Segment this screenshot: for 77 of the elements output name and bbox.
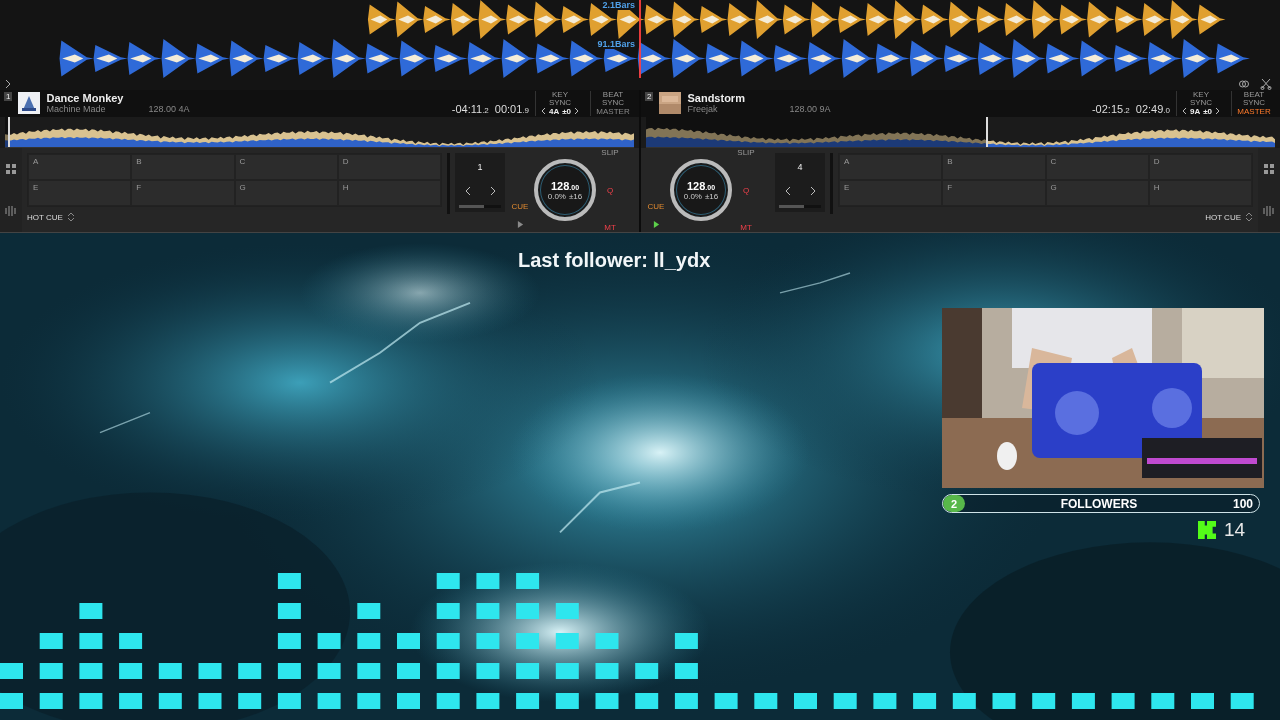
track-artist: Freejak [687, 104, 719, 115]
hot-cue-pad[interactable]: C [1045, 154, 1149, 180]
hot-cue-pad[interactable]: D [1148, 154, 1252, 180]
hot-cue-pad[interactable]: E [28, 180, 132, 206]
equalizer-icon[interactable] [1263, 204, 1275, 217]
slip-button[interactable]: SLIP [737, 148, 755, 157]
deck-number: 2 [645, 92, 654, 101]
hot-cue-pad[interactable]: E [839, 180, 943, 206]
cue-button[interactable]: CUE [511, 202, 529, 211]
overview-waveform[interactable] [5, 116, 634, 148]
up-down-icon[interactable] [1245, 211, 1253, 223]
chevron-left-icon[interactable] [463, 186, 472, 196]
hot-cue-pad[interactable]: G [234, 180, 338, 206]
slip-button[interactable]: SLIP [601, 148, 619, 157]
master-tempo-button[interactable]: MT [604, 223, 616, 232]
beat-sync-label[interactable]: BEAT SYNC [1239, 90, 1269, 107]
pitch-value: 0.0% [683, 191, 702, 201]
grid-icon[interactable] [6, 163, 16, 174]
link-icon[interactable] [1238, 78, 1250, 90]
pitch-value: 0.0% [547, 191, 566, 201]
hot-cue-pad[interactable]: H [337, 180, 441, 206]
bars-label: 2.1Bars [600, 0, 637, 10]
master-button[interactable]: MASTER [596, 106, 630, 116]
grid-icon[interactable] [1264, 163, 1274, 174]
chevron-right-icon[interactable] [488, 186, 497, 196]
deck-number: 1 [4, 92, 13, 101]
scissors-icon[interactable] [1260, 78, 1272, 90]
pitch-range: ±16 [568, 191, 583, 201]
hot-cue-pad[interactable]: C [234, 154, 338, 180]
chevron-right-icon[interactable] [808, 186, 817, 196]
hot-cue-pad[interactable]: A [28, 154, 132, 180]
chevron-right-icon[interactable] [574, 107, 580, 116]
loop-length[interactable]: 1 [455, 153, 505, 181]
hot-cue-pad[interactable]: B [942, 154, 1046, 180]
track-bpm-key: 128.00 4A [148, 103, 446, 114]
chevron-left-icon[interactable] [540, 107, 546, 116]
hot-cue-pad[interactable]: H [1148, 180, 1252, 206]
hot-cue-pad[interactable]: F [131, 180, 235, 206]
master-tempo-button[interactable]: MT [740, 223, 752, 232]
key-sync-label[interactable]: KEY SYNC [545, 90, 575, 107]
pitch-range: ±16 [704, 191, 719, 201]
cue-button[interactable]: CUE [647, 202, 665, 211]
beat-sync-label[interactable]: BEAT SYNC [598, 90, 628, 107]
expand-icon[interactable] [4, 79, 12, 89]
elapsed-time: 02:49.0 [1135, 102, 1170, 115]
loop-length[interactable]: 4 [775, 153, 825, 181]
key-value: 9A [1189, 106, 1201, 116]
play-icon[interactable] [516, 221, 524, 228]
key-shift: ±0 [1203, 106, 1213, 116]
hot-cue-pad[interactable]: G [1045, 180, 1149, 206]
chevron-left-icon[interactable] [783, 186, 792, 196]
chevron-right-icon[interactable] [1215, 107, 1221, 116]
key-value: 4A [548, 106, 560, 116]
overview-waveform[interactable] [646, 116, 1275, 148]
chevron-left-icon[interactable] [1181, 107, 1187, 116]
quantize-button[interactable]: Q [606, 185, 614, 195]
hot-cue-pad[interactable]: B [131, 154, 235, 180]
master-button[interactable]: MASTER [1237, 106, 1271, 116]
hot-cue-pad[interactable]: A [839, 154, 943, 180]
key-shift: ±0 [562, 106, 572, 116]
track-title: Sandstorm [687, 92, 746, 105]
elapsed-time: 00:01.9 [494, 102, 529, 115]
quantize-button[interactable]: Q [742, 185, 750, 195]
track-artist: Machine Made [46, 104, 106, 115]
remaining-time: -04:11.2 [451, 102, 489, 115]
pad-mode-label[interactable]: HOT CUE [1205, 212, 1241, 222]
hot-cue-pad[interactable]: F [942, 180, 1046, 206]
equalizer-icon[interactable] [5, 204, 17, 217]
play-icon[interactable] [652, 221, 660, 228]
track-title: Dance Monkey [46, 92, 125, 105]
bars-label: 91.1Bars [595, 39, 637, 49]
hot-cue-pad[interactable]: D [337, 154, 441, 180]
up-down-icon[interactable] [66, 211, 75, 223]
key-sync-label[interactable]: KEY SYNC [1186, 90, 1216, 107]
pad-mode-label[interactable]: HOT CUE [27, 212, 63, 222]
track-bpm-key: 128.00 9A [789, 103, 1086, 114]
remaining-time: -02:15.2 [1091, 102, 1130, 115]
